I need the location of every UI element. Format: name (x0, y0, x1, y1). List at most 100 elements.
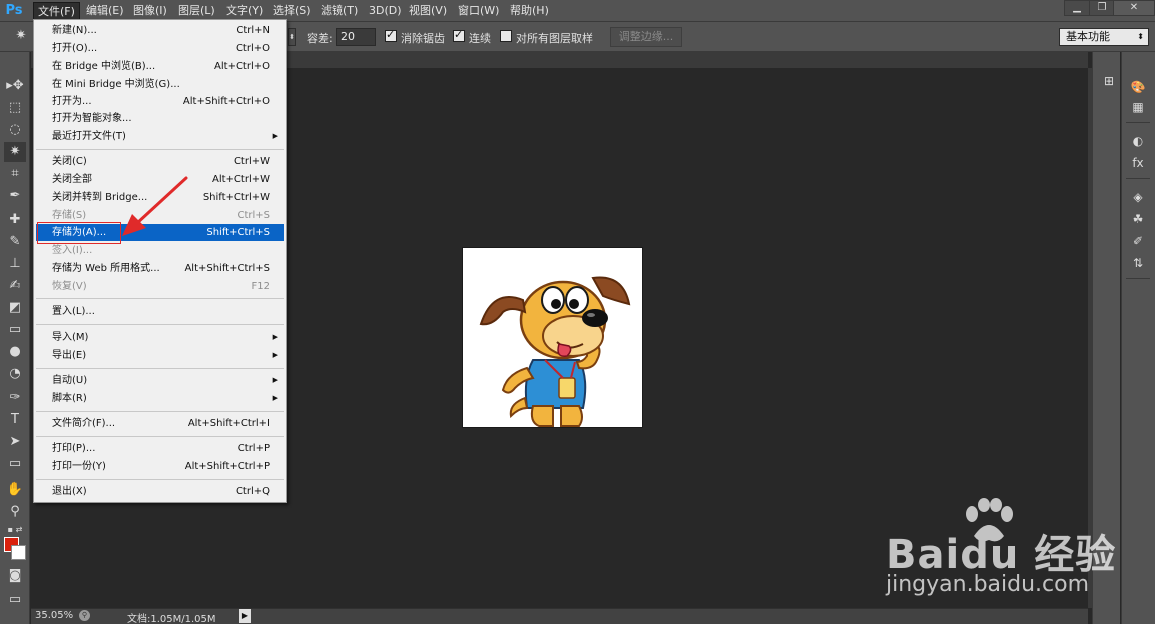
status-bar: 35.05% ⚲ 文档:1.05M/1.05M ▶ (31, 608, 1088, 624)
quick-mask-icon[interactable]: ◙ (4, 566, 26, 586)
gradient-tool-icon[interactable]: ▭ (4, 320, 26, 340)
menu-item-browse-in-bridge[interactable]: 在 Bridge 中浏览(B)... Alt+Ctrl+O (36, 58, 284, 75)
lasso-tool-icon[interactable]: ◌ (4, 120, 26, 140)
menu-select[interactable]: 选择(S) (269, 2, 315, 20)
menu-item-new[interactable]: 新建(N)... Ctrl+N (36, 22, 284, 39)
workspace-label: 基本功能 (1066, 30, 1110, 43)
menu-item-open-recent[interactable]: 最近打开文件(T) ▶ (36, 128, 284, 145)
brush-tool-icon[interactable]: ✎ (4, 232, 26, 252)
document-info: 文档:1.05M/1.05M (127, 614, 216, 624)
menu-item-save-for-web[interactable]: 存储为 Web 所用格式... Alt+Shift+Ctrl+S (36, 260, 284, 277)
menu-item-open[interactable]: 打开(O)... Ctrl+O (36, 40, 284, 57)
magic-wand-tool-icon[interactable]: ✷ (4, 142, 26, 162)
properties-panel-icon[interactable]: ⇅ (1128, 254, 1148, 272)
tolerance-label: 容差: (307, 32, 333, 45)
close-button[interactable]: ✕ (1113, 0, 1155, 16)
submenu-arrow-icon: ▶ (272, 132, 278, 140)
menu-separator (36, 479, 284, 480)
color-panel-icon[interactable]: 🎨 (1128, 78, 1148, 96)
antialias-checkbox[interactable] (385, 28, 397, 42)
move-tool-icon[interactable]: ▸✥ (4, 76, 26, 96)
menu-item-place[interactable]: 置入(L)... (36, 303, 284, 320)
menu-item-close[interactable]: 关闭(C) Ctrl+W (36, 153, 284, 170)
menu-edit[interactable]: 编辑(E) (82, 2, 128, 20)
tolerance-input[interactable]: 20 (336, 28, 376, 46)
chevron-updown-icon: ⬍ (1137, 32, 1144, 41)
menu-3d[interactable]: 3D(D) (365, 2, 406, 20)
dodge-tool-icon[interactable]: ◔ (4, 364, 26, 384)
magic-wand-preset-icon[interactable]: ✷ (10, 26, 32, 46)
menu-view[interactable]: 视图(V) (405, 2, 451, 20)
menu-item-exit[interactable]: 退出(X) Ctrl+Q (36, 483, 284, 500)
menu-window[interactable]: 窗口(W) (454, 2, 503, 20)
path-selection-tool-icon[interactable]: ➤ (4, 432, 26, 452)
blur-tool-icon[interactable]: ● (4, 342, 26, 362)
screen-mode-icon[interactable]: ▭ (4, 590, 26, 610)
clone-stamp-tool-icon[interactable]: ⊥ (4, 254, 26, 274)
antialias-label: 消除锯齿 (401, 32, 445, 45)
eyedropper-tool-icon[interactable]: ✒ (4, 186, 26, 206)
menu-help[interactable]: 帮助(H) (506, 2, 553, 20)
shape-tool-icon[interactable]: ▭ (4, 454, 26, 474)
background-color-swatch[interactable] (11, 545, 26, 560)
channels-panel-icon[interactable]: ☘ (1128, 210, 1148, 228)
contiguous-label: 连续 (469, 32, 491, 45)
pen-tool-icon[interactable]: ✑ (4, 388, 26, 408)
minimize-button[interactable]: ▁ (1064, 0, 1090, 16)
styles-panel-icon[interactable]: fx (1128, 154, 1148, 172)
menu-item-file-info[interactable]: 文件简介(F)... Alt+Shift+Ctrl+I (36, 415, 284, 432)
type-tool-icon[interactable]: T (4, 410, 26, 430)
zoom-tool-icon[interactable]: ⚲ (4, 502, 26, 522)
crop-tool-icon[interactable]: ⌗ (4, 164, 26, 184)
workspace-select[interactable]: 基本功能 ⬍ (1059, 28, 1149, 46)
menu-layer[interactable]: 图层(L) (174, 2, 219, 20)
menu-item-browse-in-mini-bridge[interactable]: 在 Mini Bridge 中浏览(G)... (36, 76, 284, 93)
contiguous-checkbox[interactable] (453, 28, 465, 42)
watermark-url: jingyan.baidu.com (886, 572, 1090, 597)
marquee-tool-icon[interactable]: ⬚ (4, 98, 26, 118)
menu-file[interactable]: 文件(F) (33, 2, 80, 20)
sample-all-layers-checkbox[interactable] (500, 30, 512, 42)
photoshop-logo: Ps (5, 3, 23, 18)
cartoon-dog-image (479, 276, 631, 427)
menu-item-import[interactable]: 导入(M) ▶ (36, 329, 284, 346)
layers-panel-icon[interactable]: ◈ (1128, 188, 1148, 206)
menu-item-check-in[interactable]: 签入(I)... (36, 242, 284, 259)
submenu-arrow-icon: ▶ (272, 394, 278, 402)
menu-item-open-as[interactable]: 打开为... Alt+Shift+Ctrl+O (36, 93, 284, 110)
annotation-highlight-box (37, 222, 121, 244)
baidu-jingyan-watermark: Baidu 经验 jingyan.baidu.com (880, 498, 1140, 608)
sample-size-dropdown-icon[interactable]: ⬍ (288, 28, 296, 46)
menu-item-scripts[interactable]: 脚本(R) ▶ (36, 390, 284, 407)
menu-type[interactable]: 文字(Y) (222, 2, 267, 20)
menu-filter[interactable]: 滤镜(T) (317, 2, 362, 20)
menu-item-revert[interactable]: 恢复(V) F12 (36, 278, 284, 295)
menu-item-open-as-smart-object[interactable]: 打开为智能对象... (36, 110, 284, 127)
menu-separator (36, 149, 284, 150)
menu-image[interactable]: 图像(I) (129, 2, 171, 20)
submenu-arrow-icon: ▶ (272, 376, 278, 384)
menu-item-print[interactable]: 打印(P)... Ctrl+P (36, 440, 284, 457)
hand-tool-icon[interactable]: ✋ (4, 480, 26, 500)
menu-separator (36, 411, 284, 412)
history-panel-icon[interactable]: ⊞ (1099, 72, 1119, 90)
menu-item-export[interactable]: 导出(E) ▶ (36, 347, 284, 364)
refine-edge-button[interactable]: 调整边缘... (610, 27, 682, 47)
paths-panel-icon[interactable]: ✐ (1128, 232, 1148, 250)
zoom-level[interactable]: 35.05% (35, 610, 73, 621)
menu-separator (36, 298, 284, 299)
menu-item-automate[interactable]: 自动(U) ▶ (36, 372, 284, 389)
document-canvas[interactable] (462, 247, 643, 428)
adjustments-panel-icon[interactable]: ◐ (1128, 132, 1148, 150)
healing-brush-tool-icon[interactable]: ✚ (4, 210, 26, 230)
restore-button[interactable]: ❐ (1089, 0, 1115, 16)
submenu-arrow-icon: ▶ (272, 351, 278, 359)
history-brush-tool-icon[interactable]: ✍ (4, 276, 26, 296)
menu-separator (36, 436, 284, 437)
sample-all-layers-label: 对所有图层取样 (516, 32, 593, 45)
file-menu-dropdown: 新建(N)... Ctrl+N 打开(O)... Ctrl+O 在 Bridge 中… (33, 19, 287, 503)
eraser-tool-icon[interactable]: ◩ (4, 298, 26, 318)
menu-item-print-one-copy[interactable]: 打印一份(Y) Alt+Shift+Ctrl+P (36, 458, 284, 475)
status-menu-arrow-icon[interactable]: ▶ (239, 609, 251, 623)
swatches-panel-icon[interactable]: ▦ (1128, 98, 1148, 116)
